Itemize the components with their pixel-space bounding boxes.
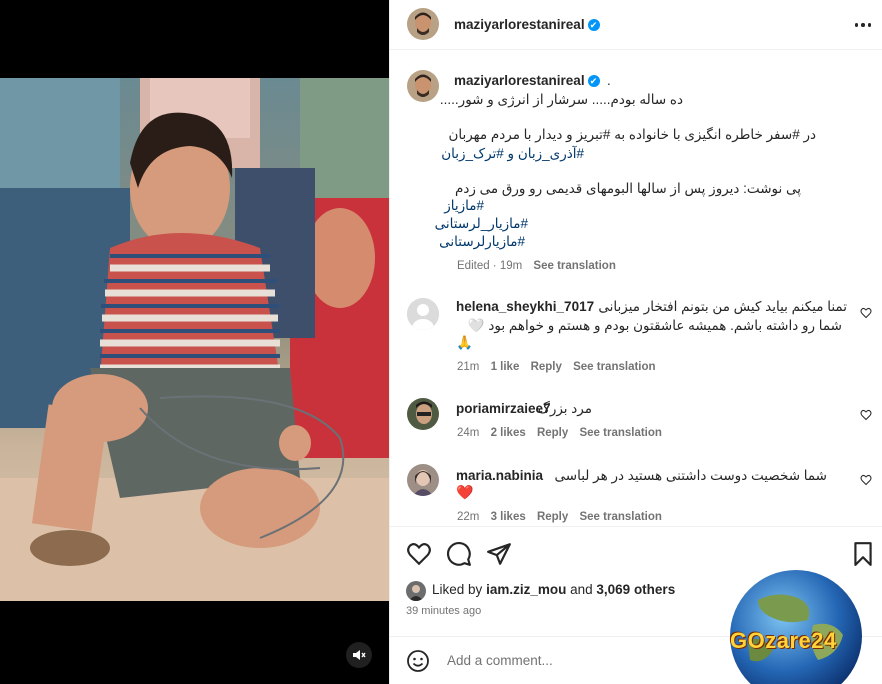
caption-line-4: پی نوشت: دیروز پس از سالها البومهای قدیم… [454, 181, 801, 196]
likes-summary: Liked by iam.ziz_mou and 3,069 others [432, 582, 675, 597]
like-heart-icon[interactable] [406, 541, 432, 567]
comment-avatar[interactable] [407, 398, 439, 430]
comment-likes[interactable]: 3 likes [491, 511, 526, 523]
comment-reply-button[interactable]: Reply [537, 511, 568, 523]
verified-badge-icon: ✔ [587, 19, 600, 31]
likes-middle: and [570, 582, 593, 597]
comment-username[interactable]: maria.nabinia [456, 468, 543, 483]
heart-outline-icon[interactable] [860, 307, 872, 319]
more-options-icon[interactable] [852, 14, 874, 36]
comment-reply-button[interactable]: Reply [531, 361, 562, 373]
comment-time[interactable]: 22m [457, 511, 479, 523]
mute-button[interactable] [346, 642, 372, 668]
comment-meta: 24m 2 likes Reply See translation [457, 427, 662, 439]
comment-likes[interactable]: 2 likes [491, 427, 526, 439]
author-avatar[interactable] [407, 8, 439, 40]
verified-badge-icon: ✔ [587, 75, 600, 87]
watermark-logo: GOzare24 [718, 570, 874, 684]
comment-time[interactable]: 24m [457, 427, 479, 439]
caption-avatar[interactable] [407, 70, 439, 102]
comment-time[interactable]: 21m [457, 361, 479, 373]
caption-author-row: maziyarlorestanireal ✔ . [454, 72, 611, 90]
bookmark-icon[interactable] [850, 541, 876, 567]
comment-likes[interactable]: 1 like [491, 361, 520, 373]
comment-reply-button[interactable]: Reply [537, 427, 568, 439]
caption-see-translation[interactable]: See translation [533, 260, 615, 272]
likes-prefix: Liked by [432, 582, 483, 597]
comment-username[interactable]: poriamirzaiee7 [456, 401, 551, 416]
comment-text-line-1: شما شخصیت دوست داشتنی هستید در هر لباسی [554, 468, 827, 483]
comment-see-translation[interactable]: See translation [579, 427, 661, 439]
post-time-ago[interactable]: 39 minutes ago [406, 605, 481, 617]
comment-avatar[interactable] [407, 464, 439, 496]
avatar-image [407, 398, 439, 430]
comment-avatar[interactable] [407, 298, 439, 330]
likes-user[interactable]: iam.ziz_mou [486, 582, 566, 597]
author-name-row: maziyarlorestanireal ✔ [454, 16, 600, 34]
comment-text-line-2: ❤️ [456, 484, 474, 500]
edited-time: Edited · 19m [457, 260, 523, 272]
photo-illustration [0, 78, 389, 601]
avatar-image [407, 70, 439, 102]
caption-line-1: ده ساله بودم..... سرشار از انرژی و شور..… [439, 92, 683, 107]
heart-outline-icon[interactable] [860, 409, 872, 421]
comment-row: maria.nabinia [456, 468, 543, 483]
likes-others[interactable]: 3,069 others [596, 582, 675, 597]
caption-line-3[interactable]: #آذری_زبان و #ترک_زبان [441, 146, 584, 162]
comment-see-translation[interactable]: See translation [573, 361, 655, 373]
avatar-image [407, 8, 439, 40]
globe-logo-icon [730, 570, 862, 684]
share-send-icon[interactable] [486, 541, 512, 567]
default-avatar-icon [407, 298, 439, 330]
hashtag-1[interactable]: #مازیاز [444, 198, 484, 214]
heart-outline-icon[interactable] [860, 474, 872, 486]
post-photo[interactable] [0, 78, 389, 601]
comment-text-line-2: شما رو داشته باشم. همیشه عاشقتون بودم و … [467, 318, 842, 333]
comment-text-line-3: 🙏 [456, 335, 473, 350]
comment-bubble-icon[interactable] [446, 541, 472, 567]
liker-avatar[interactable] [406, 581, 426, 601]
caption-dot: . [607, 73, 611, 88]
watermark-text: GOzare24 [730, 628, 837, 653]
author-username[interactable]: maziyarlorestanireal [454, 17, 585, 32]
comment-meta: 22m 3 likes Reply See translation [457, 511, 662, 523]
hashtag-3[interactable]: #مازیارلرستانی [439, 234, 525, 250]
comment-username[interactable]: helena_sheykhi_7017 [456, 299, 594, 314]
hashtag-2[interactable]: #مازیار_لرستانی [435, 216, 528, 232]
comment-text-line-1: مرد بزرگ [537, 401, 592, 416]
post-header: maziyarlorestanireal ✔ [390, 0, 882, 50]
post-media[interactable] [0, 0, 389, 684]
comment-meta: 21m 1 like Reply See translation [457, 361, 656, 373]
comment-row: helena_sheykhi_7017 [456, 299, 594, 314]
caption-username[interactable]: maziyarlorestanireal [454, 73, 585, 88]
comment-text-line-1: تمنا میکنم بیاید کیش من بتونم افتخار میز… [598, 299, 847, 314]
comment-row: poriamirzaiee7 [456, 401, 551, 416]
comment-see-translation[interactable]: See translation [579, 511, 661, 523]
caption-line-2: در #سفر خاطره انگیزی با خانواده به #تبری… [448, 127, 816, 142]
speaker-muted-icon [353, 650, 366, 660]
avatar-image [407, 464, 439, 496]
avatar-image [406, 581, 426, 601]
add-comment-input[interactable]: Add a comment... [447, 653, 553, 668]
emoji-smiley-icon[interactable] [406, 649, 430, 673]
caption-meta: Edited · 19m See translation [457, 260, 616, 272]
